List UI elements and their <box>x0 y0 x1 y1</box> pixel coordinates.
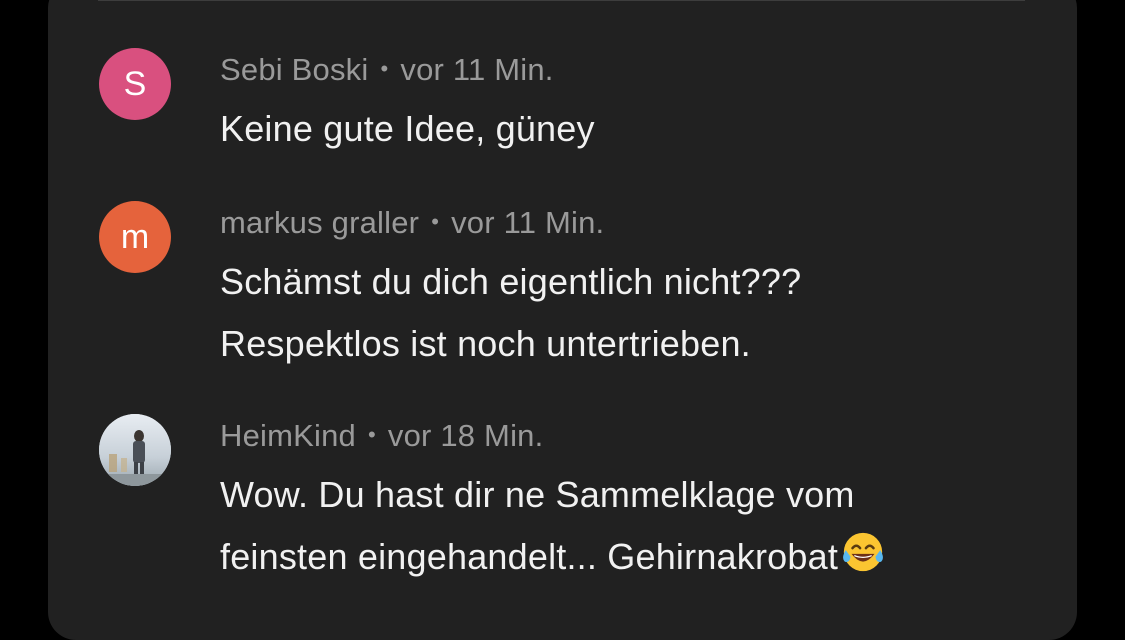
comment-text: Wow. Du hast dir ne Sammelklage vom fein… <box>220 464 886 588</box>
avatar-photo-icon <box>99 414 171 486</box>
comment-meta: Sebi Boski • vor 11 Min. <box>220 52 554 88</box>
comment-line: feinsten eingehandelt... Gehirnakrobat <box>220 526 886 588</box>
comment-meta: markus graller • vor 11 Min. <box>220 205 604 241</box>
comment-line-text: feinsten eingehandelt... Gehirnakrobat <box>220 536 839 577</box>
timestamp: vor 11 Min. <box>451 205 605 240</box>
avatar[interactable]: S <box>99 48 171 120</box>
separator-dot: • <box>431 209 440 234</box>
comment-text: Schämst du dich eigentlich nicht??? Resp… <box>220 251 801 375</box>
comment-text: Keine gute Idee, güney <box>220 98 595 160</box>
author-name[interactable]: Sebi Boski <box>220 52 368 87</box>
comment-line: Wow. Du hast dir ne Sammelklage vom <box>220 474 855 515</box>
avatar[interactable]: m <box>99 201 171 273</box>
separator-dot: • <box>367 422 376 447</box>
avatar-letter: m <box>120 217 150 256</box>
avatar[interactable] <box>99 414 171 486</box>
avatar-letter: S <box>123 64 147 103</box>
divider <box>98 0 1025 1</box>
comment-line: Respektlos ist noch untertrieben. <box>220 323 751 364</box>
face-with-tears-of-joy-icon <box>843 532 883 572</box>
comment-line: Schämst du dich eigentlich nicht??? <box>220 261 802 302</box>
author-name[interactable]: HeimKind <box>220 418 356 453</box>
timestamp: vor 11 Min. <box>400 52 554 87</box>
author-name[interactable]: markus graller <box>220 205 419 240</box>
comment-line: Keine gute Idee, güney <box>220 108 595 149</box>
timestamp: vor 18 Min. <box>387 418 544 453</box>
comment-meta: HeimKind • vor 18 Min. <box>220 418 543 454</box>
separator-dot: • <box>380 56 389 81</box>
